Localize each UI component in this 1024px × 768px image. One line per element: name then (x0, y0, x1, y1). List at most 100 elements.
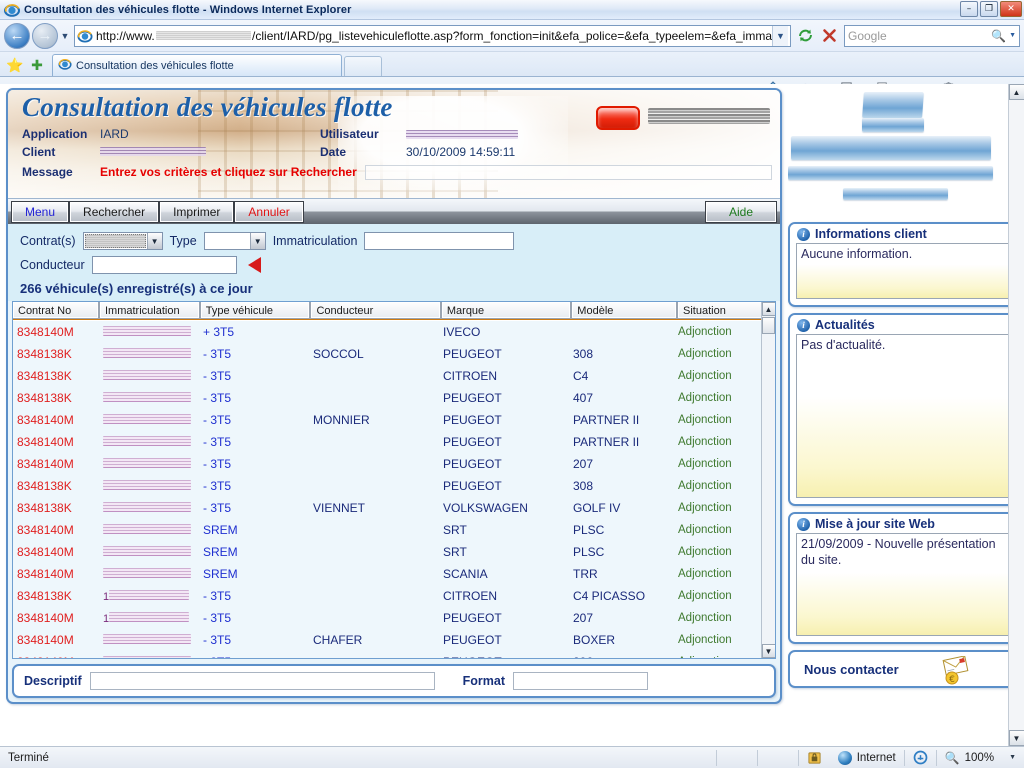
annuler-button[interactable]: Annuler (234, 200, 304, 223)
header-info-grid: Application IARD Utilisateur Client Date… (8, 123, 780, 182)
panel-header: i Informations client (790, 224, 1016, 243)
table-vertical-scrollbar[interactable]: ▲ ▼ (761, 302, 775, 658)
navigation-bar: ← → ▼ http://www. /client/IARD/pg_listev… (0, 20, 1024, 52)
cell-marque: PEUGEOT (443, 479, 502, 493)
cell-conducteur: SOCCOL (313, 347, 364, 361)
cell-type: SREM (203, 545, 238, 559)
forward-button[interactable]: → (32, 22, 58, 49)
cell-contrat: 8348140M (17, 413, 74, 427)
imprimer-button[interactable]: Imprimer (159, 200, 235, 223)
client-value-redacted (100, 145, 320, 159)
browser-tab[interactable]: Consultation des véhicules flotte (52, 54, 342, 76)
table-row[interactable]: 8348138K- 3T5SOCCOLPEUGEOT308AdjonctionV… (13, 343, 775, 365)
security-zone[interactable]: Internet (830, 747, 904, 768)
close-button[interactable]: ✕ (1000, 1, 1022, 17)
cell-immatriculation (99, 655, 199, 658)
refresh-button[interactable] (793, 24, 817, 48)
cell-conducteur: CHAFER (313, 633, 363, 647)
descriptif-input[interactable] (89, 672, 435, 690)
column-header-situation[interactable]: Situation (677, 302, 766, 319)
table-row[interactable]: 8348140M- 3T5PEUGEOT206AdjonctionVoir (13, 651, 775, 658)
table-row[interactable]: 8348140M1- 3T5PEUGEOT207AdjonctionVoir (13, 607, 775, 629)
zoom-chevron-icon[interactable]: ▼ (1009, 754, 1016, 761)
rechercher-button[interactable]: Rechercher (69, 200, 160, 223)
nous-contacter-button[interactable]: Nous contacter € (788, 650, 1018, 688)
cell-modele: PARTNER II (573, 435, 640, 449)
scroll-up-icon[interactable]: ▲ (761, 302, 775, 316)
table-row[interactable]: 8348140M - 3T5 PEUGEOT PARTNER II Adjonction… (13, 431, 775, 453)
maximize-button[interactable]: ❐ (980, 1, 998, 17)
contrats-select[interactable]: ▼ (82, 232, 163, 250)
table-row[interactable]: 8348140M+ 3T5IVECOAdjonctionVoir (13, 321, 775, 343)
format-input[interactable] (513, 672, 649, 690)
table-row[interactable]: 8348140M - 3T5 CHAFER PEUGEOT BOXER Adjonctio… (13, 629, 775, 651)
column-header-type[interactable]: Type véhicule (199, 302, 311, 319)
recent-pages-chevron-icon[interactable]: ▼ (58, 31, 72, 41)
table-row[interactable]: 8348140MSREMSCANIATRRAdjonctionVoir (13, 563, 775, 585)
favorites-star-icon[interactable]: ⭐ (4, 54, 26, 76)
search-box[interactable]: Google 🔍 ▼ (844, 24, 1020, 47)
stop-button[interactable] (817, 24, 841, 48)
cell-immatriculation (99, 479, 199, 493)
cell-situation: Adjonction (678, 480, 732, 492)
aide-button[interactable]: Aide (704, 200, 778, 223)
page-favicon-icon (77, 28, 93, 44)
cell-situation: Adjonction (678, 568, 732, 580)
address-dropdown-icon[interactable]: ▼ (772, 25, 788, 46)
scroll-down-icon[interactable]: ▼ (761, 644, 775, 658)
page-scroll-up-icon[interactable]: ▲ (1008, 84, 1024, 100)
contrats-label: Contrat(s) (20, 234, 76, 248)
table-row[interactable]: 8348140M- 3T5PEUGEOT207AdjonctionVoir (13, 453, 775, 475)
table-row[interactable]: 8348138K- 3T5PEUGEOT308AdjonctionVoir (13, 475, 775, 497)
column-header-contrat[interactable]: Contrat No (13, 302, 99, 319)
address-bar[interactable]: http://www. /client/IARD/pg_listevehicul… (74, 24, 791, 47)
cell-situation: Adjonction (678, 612, 732, 624)
menu-button[interactable]: Menu (10, 200, 70, 223)
company-name-redacted (648, 108, 770, 124)
table-row[interactable]: 8348140MSREMSRTPLSCAdjonctionVoir (13, 519, 775, 541)
search-input[interactable]: Google (848, 29, 991, 43)
search-icon[interactable]: 🔍 (991, 29, 1006, 43)
cell-immatriculation (99, 391, 199, 405)
chevron-down-icon[interactable]: ▼ (146, 233, 162, 249)
table-row[interactable]: 8348138K - 3T5 VIENNET VOLKSWAGEN GOLF IV Adj… (13, 497, 775, 519)
column-header-modele[interactable]: Modèle (571, 302, 678, 319)
minimize-button[interactable]: – (960, 1, 978, 17)
url-redacted-host (155, 31, 252, 40)
column-header-immatriculation[interactable]: Immatriculation (98, 302, 200, 319)
cell-contrat: 8348140M (17, 435, 74, 449)
contrats-select-value (84, 234, 146, 248)
cell-contrat: 8348138K (17, 391, 72, 405)
table-row[interactable]: 8348138K- 3T5PEUGEOT407AdjonctionVoir (13, 387, 775, 409)
cell-conducteur: VIENNET (313, 501, 366, 515)
page-vertical-scrollbar[interactable]: ▲ ▼ (1008, 84, 1024, 746)
compatibility-view-button[interactable] (905, 747, 936, 768)
cell-modele: 206 (569, 655, 674, 658)
search-provider-chevron-icon[interactable]: ▼ (1009, 32, 1016, 39)
column-header-marque[interactable]: Marque (440, 302, 572, 319)
table-row[interactable]: 8348138K- 3T5CITROENC4AdjonctionVoir (13, 365, 775, 387)
back-button[interactable]: ← (4, 22, 30, 49)
cell-contrat: 8348138K (17, 369, 72, 383)
zoom-control[interactable]: 🔍 100% ▼ (937, 747, 1024, 768)
type-select[interactable]: ▼ (203, 232, 266, 250)
header-row-message: Message Entrez vos critères et cliquez s… (22, 162, 780, 182)
cell-type: SREM (203, 523, 238, 537)
protected-mode-indicator (799, 747, 830, 768)
cell-situation: Adjonction (678, 502, 732, 514)
column-header-conducteur[interactable]: Conducteur (310, 302, 441, 319)
chevron-down-icon[interactable]: ▼ (249, 233, 265, 249)
add-to-favorites-icon[interactable]: ✚ (26, 54, 48, 76)
table-row[interactable]: 8348140M - 3T5 MONNIER PEUGEOT PARTNER II Adj… (13, 409, 775, 431)
conducteur-input[interactable] (91, 256, 237, 274)
immatriculation-input[interactable] (364, 232, 515, 250)
page-scroll-down-icon[interactable]: ▼ (1008, 730, 1024, 746)
scrollbar-thumb[interactable] (762, 317, 775, 334)
cell-modele: 308 (573, 479, 594, 493)
cell-contrat: 8348140M (17, 523, 74, 537)
cell-immatriculation (99, 457, 199, 471)
info-icon: i (797, 318, 810, 332)
table-row[interactable]: 8348138K 1 - 3T5 CITROEN C4 PICASSO Adjonctio… (13, 585, 775, 607)
table-row[interactable]: 8348140MSREMSRTPLSCAdjonctionVoir (13, 541, 775, 563)
new-tab-button[interactable] (344, 56, 382, 76)
